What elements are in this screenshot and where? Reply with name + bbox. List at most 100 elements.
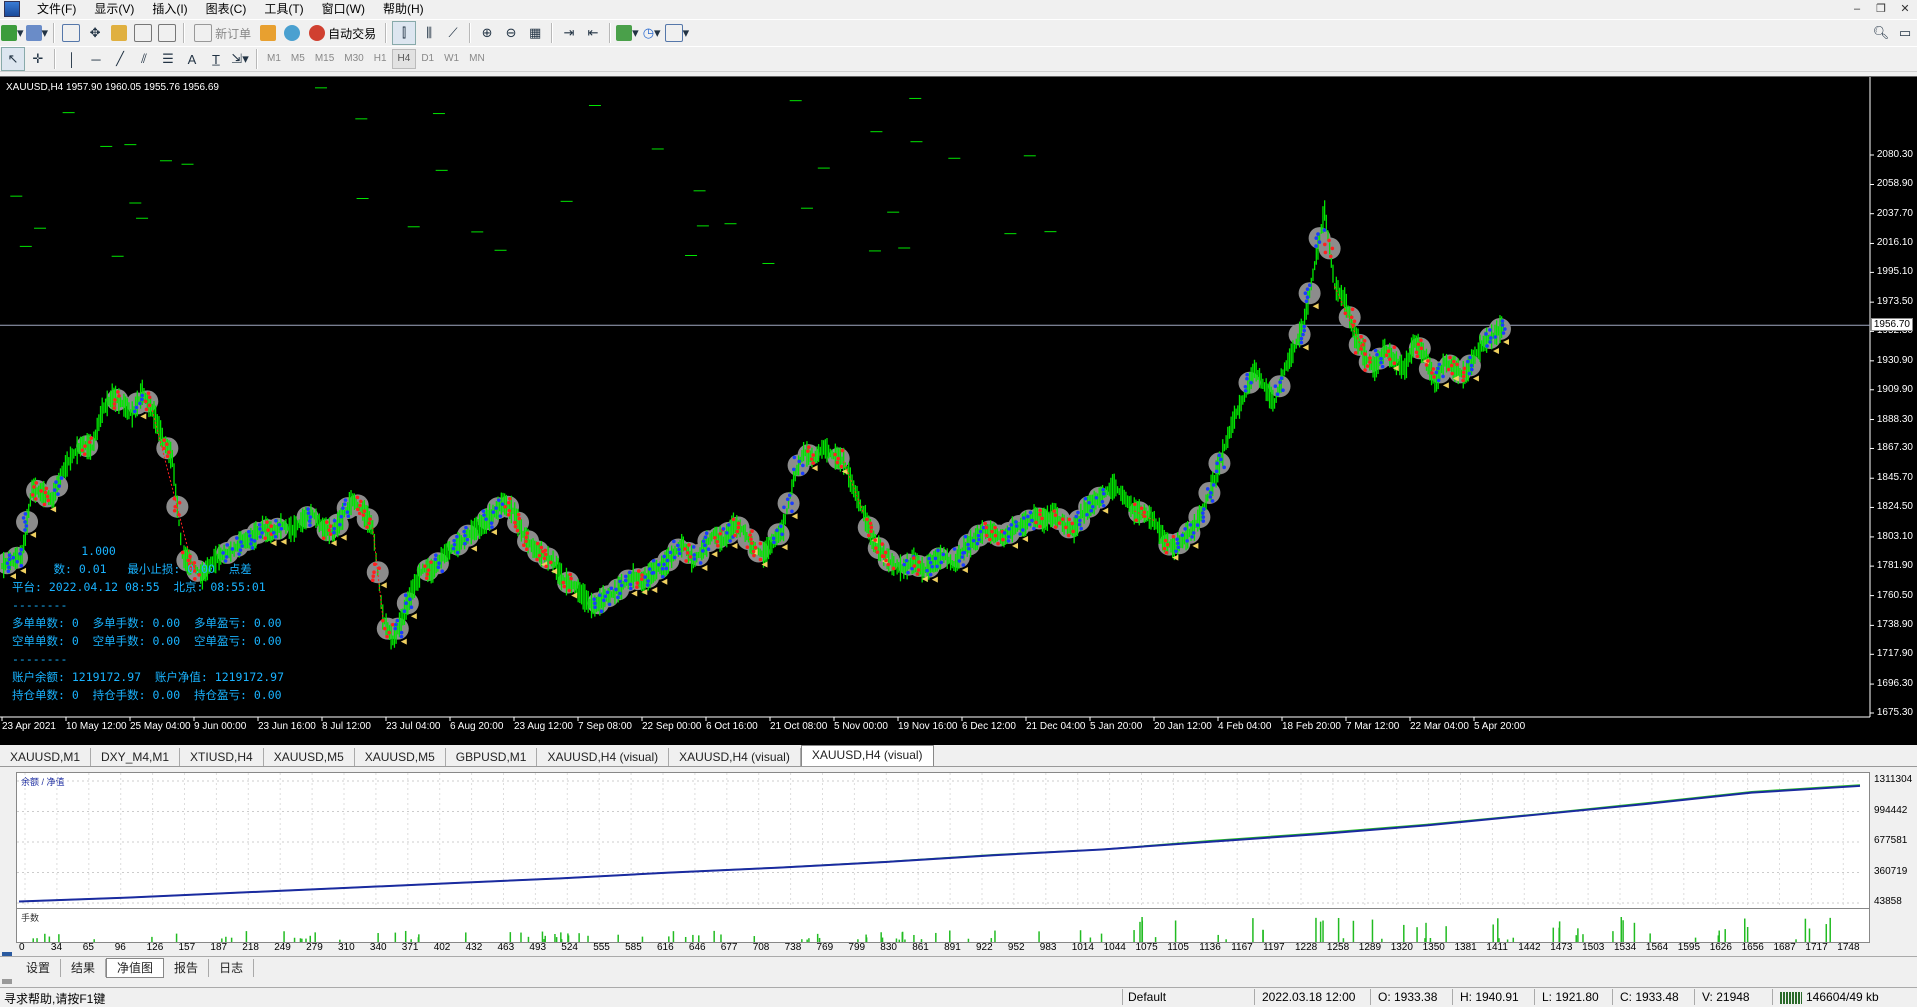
data-window-button[interactable]: ✥ bbox=[84, 22, 106, 44]
buy-marker bbox=[623, 578, 628, 583]
buy-marker bbox=[437, 561, 441, 566]
tester-tab[interactable]: 日志 bbox=[209, 959, 255, 977]
menu-help[interactable]: 帮助(H) bbox=[374, 0, 433, 18]
sell-marker bbox=[542, 556, 547, 561]
sell-marker bbox=[869, 529, 873, 534]
trade-tick-label: 1717 bbox=[1805, 942, 1828, 953]
crosshair-tool[interactable]: ✛ bbox=[27, 48, 49, 70]
channel-tool[interactable]: ⫽ bbox=[133, 48, 155, 70]
price-tick-label: 1781.90 bbox=[1876, 560, 1913, 572]
tester-tab[interactable]: 报告 bbox=[164, 959, 210, 977]
minimize-icon[interactable]: – bbox=[1845, 0, 1869, 18]
new-order-button[interactable]: 新订单 bbox=[190, 22, 255, 44]
periods-button[interactable]: ◷ ▾ bbox=[641, 22, 663, 44]
horizontal-line-tool[interactable]: ─ bbox=[85, 48, 107, 70]
timeframe-m15[interactable]: M15 bbox=[310, 50, 339, 68]
label-tool[interactable]: T̲ bbox=[205, 48, 227, 70]
timeframe-m30[interactable]: M30 bbox=[339, 50, 368, 68]
signals-button[interactable] bbox=[281, 22, 303, 44]
tile-windows-button[interactable]: ▦ bbox=[524, 22, 546, 44]
cursor-tool[interactable]: ↖ bbox=[1, 47, 25, 71]
timeframe-w1[interactable]: W1 bbox=[439, 50, 464, 68]
navigator-button[interactable] bbox=[108, 22, 130, 44]
indicators-icon bbox=[616, 25, 633, 41]
market-watch-button[interactable] bbox=[60, 22, 82, 44]
sell-marker bbox=[916, 568, 921, 572]
sell-marker bbox=[1462, 366, 1467, 371]
buy-marker bbox=[271, 530, 276, 535]
tester-tab[interactable]: 设置 bbox=[16, 959, 62, 977]
close-arrow-marker bbox=[50, 506, 57, 513]
buy-marker bbox=[628, 582, 633, 587]
search-button[interactable]: 🔍︎ bbox=[1870, 22, 1892, 44]
zoom-out-button[interactable]: ⊖ bbox=[500, 22, 522, 44]
sell-marker bbox=[752, 553, 756, 558]
bar-chart-button[interactable]: ⫿ bbox=[392, 21, 417, 45]
restore-icon[interactable]: ❐ bbox=[1869, 0, 1893, 18]
indicators-button[interactable]: ▾ bbox=[616, 22, 639, 44]
sell-marker bbox=[112, 402, 117, 406]
chart-tab[interactable]: GBPUSD,M1 bbox=[446, 748, 538, 766]
tester-button[interactable] bbox=[156, 22, 178, 44]
buy-marker bbox=[497, 498, 501, 502]
vertical-line-tool[interactable]: │ bbox=[61, 48, 83, 70]
timeframe-m5[interactable]: M5 bbox=[286, 50, 310, 68]
chart-tab[interactable]: XAUUSD,M1 bbox=[0, 748, 92, 766]
chart-tab[interactable]: XAUUSD,H4 (visual) bbox=[537, 748, 670, 766]
buy-marker bbox=[1467, 371, 1472, 376]
buy-marker bbox=[1484, 332, 1488, 336]
autoscroll-button[interactable]: ⇥ bbox=[558, 22, 580, 44]
chat-button[interactable]: ▭ bbox=[1894, 22, 1916, 44]
menu-window[interactable]: 窗口(W) bbox=[313, 0, 374, 18]
timeframe-d1[interactable]: D1 bbox=[416, 50, 439, 68]
chart-tab[interactable]: XAUUSD,H4 (visual) bbox=[800, 745, 934, 766]
buy-marker bbox=[691, 545, 696, 549]
price-chart[interactable]: XAUUSD,H4 1957.90 1960.05 1955.76 1956.6… bbox=[0, 76, 1917, 745]
sell-marker bbox=[1052, 509, 1057, 513]
buy-marker bbox=[1074, 514, 1079, 519]
auto-trading-button[interactable]: 自动交易 bbox=[305, 22, 380, 44]
sell-marker bbox=[1461, 378, 1465, 383]
menu-view[interactable]: 显示(V) bbox=[85, 0, 143, 18]
buy-marker bbox=[1022, 516, 1026, 520]
chart-tab[interactable]: XTIUSD,H4 bbox=[180, 748, 264, 766]
sell-marker bbox=[503, 504, 507, 509]
buy-marker bbox=[393, 622, 398, 627]
timeframe-h1[interactable]: H1 bbox=[369, 50, 392, 68]
buy-marker bbox=[1245, 372, 1249, 377]
text-tool[interactable]: A bbox=[181, 48, 203, 70]
sell-marker bbox=[425, 572, 430, 576]
sell-marker bbox=[89, 436, 94, 440]
chart-tab[interactable]: XAUUSD,H4 (visual) bbox=[669, 748, 801, 766]
arrows-tool[interactable]: ⇲ ▾ bbox=[229, 48, 251, 70]
chart-tab[interactable]: XAUUSD,M5 bbox=[355, 748, 446, 766]
menu-chart[interactable]: 图表(C) bbox=[197, 0, 256, 18]
chart-tab[interactable]: XAUUSD,M5 bbox=[264, 748, 355, 766]
terminal-button[interactable] bbox=[132, 22, 154, 44]
profiles-button[interactable]: ▾ bbox=[25, 22, 48, 44]
timeframe-mn[interactable]: MN bbox=[464, 50, 490, 68]
timeframe-h4[interactable]: H4 bbox=[391, 49, 417, 69]
tester-tab[interactable]: 净值图 bbox=[106, 958, 165, 978]
candle-chart-button[interactable]: ⫼ bbox=[418, 22, 440, 44]
zoom-in-button[interactable]: ⊕ bbox=[476, 22, 498, 44]
sell-marker bbox=[164, 442, 169, 446]
menu-tools[interactable]: 工具(T) bbox=[255, 0, 312, 18]
trade-tick-label: 1656 bbox=[1741, 942, 1764, 953]
timeframe-m1[interactable]: M1 bbox=[262, 50, 286, 68]
sell-marker bbox=[1064, 525, 1068, 530]
templates-button[interactable]: ▾ bbox=[664, 22, 689, 44]
close-icon[interactable]: ✕ bbox=[1893, 0, 1917, 18]
chart-shift-button[interactable]: ⇤ bbox=[582, 22, 604, 44]
tester-tab[interactable]: 结果 bbox=[61, 959, 107, 977]
chart-tab[interactable]: DXY_M4,M1 bbox=[91, 748, 181, 766]
metaeditor-button[interactable] bbox=[257, 22, 279, 44]
trendline-tool[interactable]: ╱ bbox=[109, 48, 131, 70]
sell-marker bbox=[884, 558, 888, 563]
menu-file[interactable]: 文件(F) bbox=[28, 0, 85, 18]
menu-insert[interactable]: 插入(I) bbox=[143, 0, 196, 18]
new-chart-button[interactable]: ▾ bbox=[1, 22, 24, 44]
buy-marker bbox=[941, 552, 946, 557]
line-chart-button[interactable]: ⟋ bbox=[442, 22, 464, 44]
fibonacci-tool[interactable]: ☰ bbox=[157, 48, 179, 70]
